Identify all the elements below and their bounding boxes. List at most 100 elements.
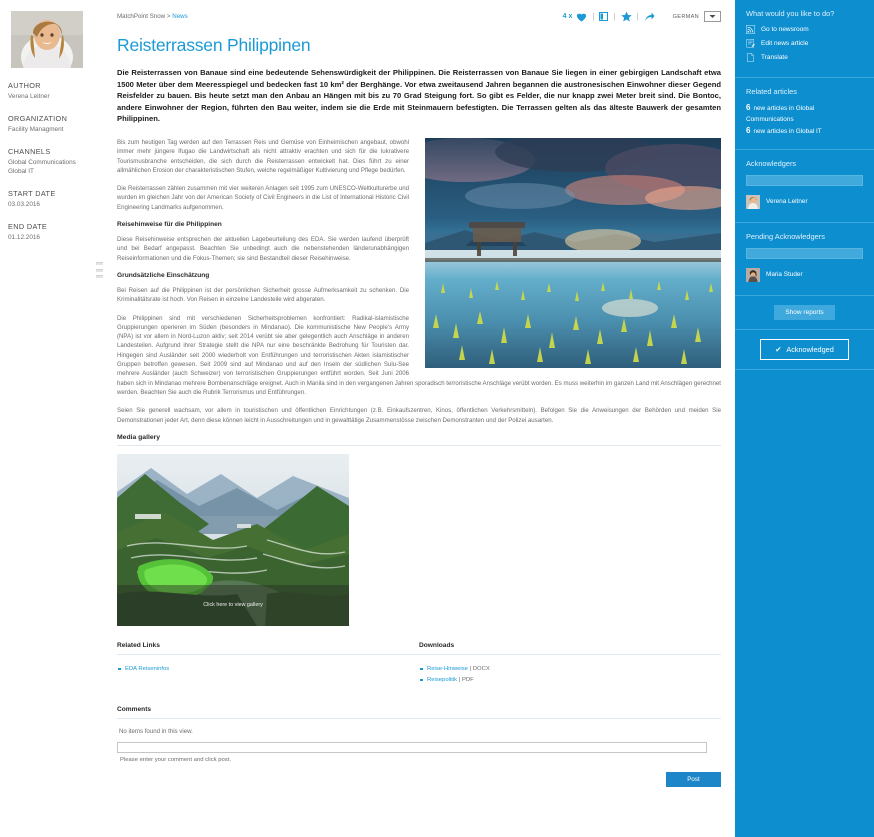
page-title: Reisterrassen Philippinen <box>117 35 311 55</box>
pending-acknowledgers-title: Pending Acknowledgers <box>746 231 825 241</box>
meta-author-label: AUTHOR <box>8 81 41 90</box>
download-link[interactable]: Reisepolitik <box>427 677 457 683</box>
acknowledger-name: Verena Leitner <box>766 198 808 205</box>
avatar <box>746 267 760 282</box>
media-gallery: Click here to view gallery <box>117 453 721 626</box>
language-dropdown[interactable] <box>704 11 721 22</box>
share-arrow-icon[interactable] <box>644 12 655 22</box>
gallery-caption: Click here to view gallery <box>117 584 349 626</box>
related-article-entry[interactable]: 6 new articles in Global Communications <box>746 103 863 125</box>
list-item: Reisepolitik | PDF <box>419 675 721 686</box>
acknowledged-label: Acknowledged <box>786 344 834 354</box>
author-avatar <box>11 11 83 68</box>
star-icon[interactable] <box>620 11 632 22</box>
post-comment-button[interactable]: Post <box>666 771 721 787</box>
heart-icon[interactable] <box>576 12 587 22</box>
breadcrumb-root[interactable]: MatchPoint Snow <box>117 13 165 20</box>
meta-channels-label: CHANNELS <box>8 147 51 156</box>
toolbar-divider: | <box>613 12 616 21</box>
article-content: MatchPoint Snow > News 4 x | | | GERMAN … <box>100 0 735 837</box>
language-label: GERMAN <box>672 13 699 20</box>
article-body: Bis zum heutigen Tag werden auf den Terr… <box>117 137 721 425</box>
meta-author-value: Verena Leitner <box>8 93 50 100</box>
sidebar-related-title: Related articles <box>746 87 797 96</box>
avatar-image <box>746 267 760 282</box>
related-link[interactable]: EDA Reiseninfos <box>125 666 169 672</box>
downloads-column: Downloads Reise-Hinweise | DOCX Reisepol… <box>419 642 721 686</box>
comment-actions: Post <box>117 763 721 787</box>
related-article-entry[interactable]: 6 new articles in Global IT <box>746 126 863 138</box>
related-links-list: EDA Reiseninfos <box>117 664 419 675</box>
avatar-image <box>11 11 83 68</box>
related-article-text: new articles in Global Communications <box>746 105 815 123</box>
avatar-image <box>746 194 760 209</box>
breadcrumb: MatchPoint Snow > News <box>117 10 188 20</box>
pending-acknowledger-name: Maria Studer <box>766 271 803 278</box>
meta-organization-value: Facility Managment <box>8 126 64 133</box>
chevron-down-icon <box>709 15 716 18</box>
avatar <box>746 194 760 209</box>
content-topbar: MatchPoint Snow > News 4 x | | | GERMAN <box>117 10 721 26</box>
meta-organization: ORGANIZATION Facility Managment <box>8 114 92 134</box>
meta-start-date-label: START DATE <box>8 189 56 198</box>
hero-image <box>425 137 721 368</box>
sidebar-related-articles-section: Related articles 6 new articles in Global… <box>735 78 874 150</box>
related-article-count: 6 <box>746 103 751 112</box>
hero-image-graphic <box>425 137 721 368</box>
acknowledged-button[interactable]: ✔ Acknowledged <box>760 338 849 360</box>
downloads-list: Reise-Hinweise | DOCX Reisepolitik | PDF <box>419 664 721 686</box>
breadcrumb-separator: > <box>166 13 171 20</box>
related-article-count: 6 <box>746 126 751 135</box>
panel-icon[interactable] <box>599 12 609 21</box>
meta-start-date-value: 03.03.2016 <box>8 201 40 208</box>
related-links-heading: Related Links <box>117 642 419 655</box>
meta-organization-label: ORGANIZATION <box>8 114 68 123</box>
rss-icon <box>746 25 755 34</box>
list-item[interactable]: Maria Studer <box>746 267 863 282</box>
meta-author: AUTHOR Verena Leitner <box>8 81 92 101</box>
related-links-column: Related Links EDA Reiseninfos <box>117 642 419 686</box>
meta-end-date: END DATE 01.12.2016 <box>8 222 92 242</box>
gallery-thumbnail[interactable]: Click here to view gallery <box>117 453 349 626</box>
related-article-text: new articles in Global IT <box>753 128 822 135</box>
meta-channels: CHANNELS Global Communications Global IT <box>8 147 92 176</box>
show-reports-button[interactable]: Show reports <box>774 304 835 320</box>
list-item: Reise-Hinweise | DOCX <box>419 664 721 675</box>
like-count: 4 x <box>562 13 573 20</box>
language-switcher[interactable]: GERMAN <box>673 11 721 22</box>
document-icon <box>746 53 755 62</box>
edit-page-icon <box>746 39 755 48</box>
meta-channel-value: Global Communications <box>8 159 76 166</box>
pending-acknowledgers-search-field[interactable] <box>746 247 863 259</box>
list-item: EDA Reiseninfos <box>117 664 419 675</box>
sidebar-pending-acknowledgers-section: Pending Acknowledgers Maria Studer <box>735 223 874 296</box>
toolbar-divider: | <box>636 12 639 21</box>
comment-input[interactable] <box>117 741 707 753</box>
acknowledgers-title: Acknowledgers <box>746 158 797 168</box>
meta-start-date: START DATE 03.03.2016 <box>8 189 92 209</box>
meta-end-date-value: 01.12.2016 <box>8 234 40 241</box>
article-lead-text: Die Reisterrassen von Banaue sind eine b… <box>117 68 721 124</box>
download-type: PDF <box>461 676 474 683</box>
sidebar-item-edit-news-article[interactable]: Edit news article <box>746 39 863 48</box>
article-paragraph: Seien Sie generell wachsam, vor allem in… <box>117 407 721 424</box>
show-reports-row: Show reports <box>735 296 874 330</box>
list-item[interactable]: Verena Leitner <box>746 194 863 209</box>
download-link[interactable]: Reise-Hinweise <box>427 666 468 672</box>
acknowledgers-search-field[interactable] <box>746 174 863 186</box>
sidebar-item-translate[interactable]: Translate <box>746 53 863 62</box>
toolbar-divider: | <box>592 12 595 21</box>
sidebar-acknowledgers-section: Acknowledgers Verena Leitner <box>735 150 874 223</box>
meta-channel-value: Global IT <box>8 168 34 175</box>
meta-end-date-label: END DATE <box>8 222 48 231</box>
sidebar-actions-title: What would you like to do? <box>746 9 835 18</box>
breadcrumb-current[interactable]: News <box>172 13 187 20</box>
links-and-downloads: Related Links EDA Reiseninfos Downloads … <box>117 642 721 686</box>
article-toolbar: 4 x | | | GERMAN <box>563 10 721 22</box>
acknowledged-row: ✔ Acknowledged <box>735 330 874 370</box>
download-type: DOCX <box>472 665 490 672</box>
sidebar-item-go-to-newsroom[interactable]: Go to newsroom <box>746 25 863 34</box>
sidebar-action-label: Go to newsroom <box>761 26 809 33</box>
media-gallery-heading: Media gallery <box>117 434 721 446</box>
article-lead: Die Reisterrassen von Banaue sind eine b… <box>117 67 721 125</box>
